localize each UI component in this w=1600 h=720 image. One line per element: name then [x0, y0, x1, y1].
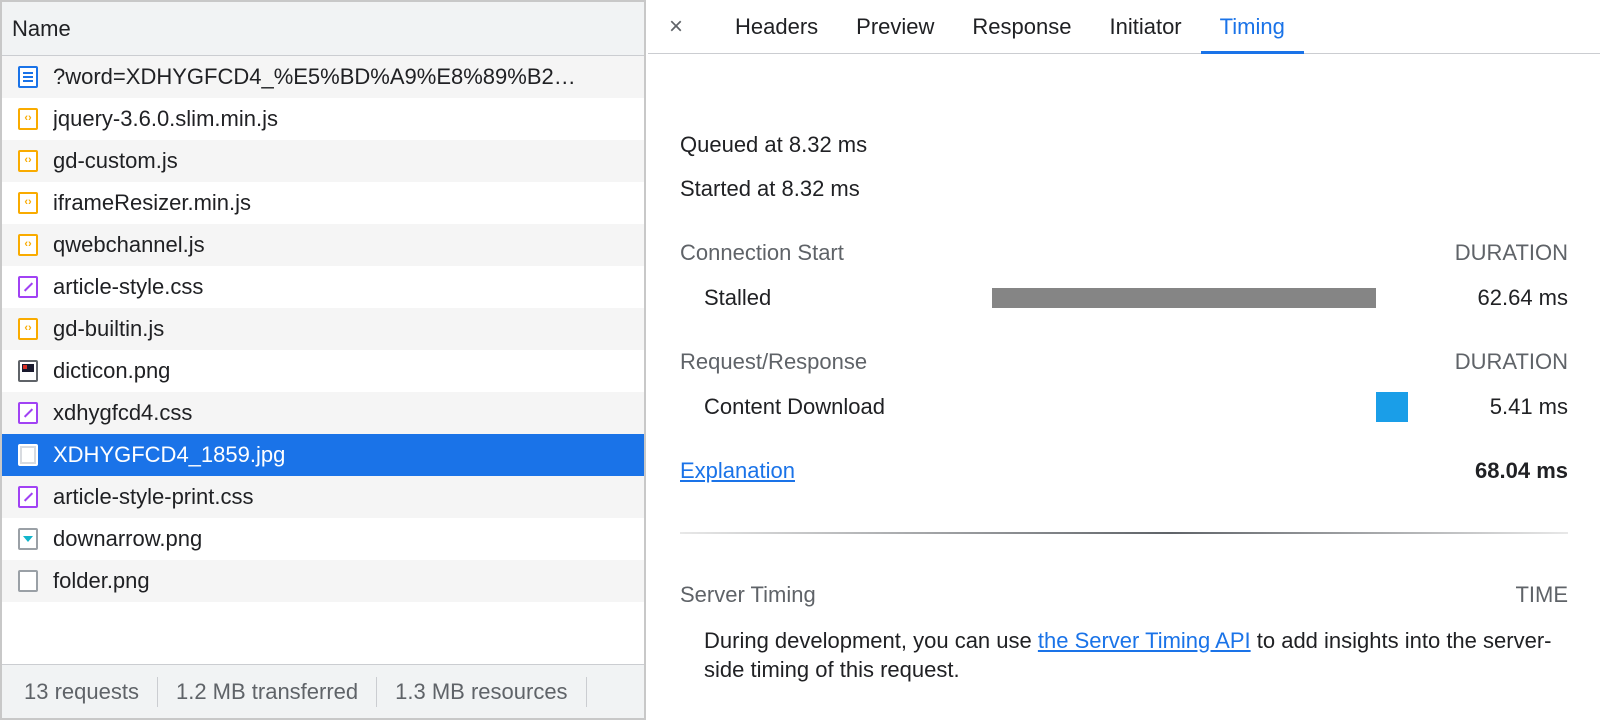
- tab-response[interactable]: Response: [953, 0, 1090, 53]
- request-name: downarrow.png: [53, 526, 203, 551]
- total-duration: 68.04 ms: [1475, 458, 1568, 483]
- script-file-icon: [18, 150, 38, 172]
- request-row[interactable]: gd-custom.js: [2, 140, 644, 182]
- request-row[interactable]: downarrow.png: [2, 518, 644, 560]
- content-download-duration: 5.41 ms: [1489, 394, 1568, 419]
- name-column-label: Name: [12, 15, 71, 41]
- server-timing-text-before: During development, you can use: [704, 628, 1038, 653]
- request-row[interactable]: XDHYGFCD4_1859.jpg: [2, 434, 644, 476]
- request-count: 13 requests: [24, 676, 158, 707]
- request-name: jquery-3.6.0.slim.min.js: [53, 106, 278, 131]
- stylesheet-file-icon: [18, 402, 38, 424]
- document-icon: [18, 66, 38, 88]
- image-file-icon: [18, 528, 38, 550]
- request-name: ?word=XDHYGFCD4_%E5%BD%A9%E8%89%B2…: [53, 64, 576, 89]
- name-column-header[interactable]: Name: [2, 2, 644, 56]
- stylesheet-file-icon: [18, 276, 38, 298]
- server-timing-title: Server Timing: [680, 582, 816, 607]
- tab-preview[interactable]: Preview: [837, 0, 953, 53]
- request-row[interactable]: xdhygfcd4.css: [2, 392, 644, 434]
- request-name: gd-custom.js: [53, 148, 178, 173]
- detail-tabs: × Headers Preview Response Initiator Timing: [648, 0, 1600, 54]
- request-name: iframeResizer.min.js: [53, 190, 252, 215]
- status-bar: 13 requests 1.2 MB transferred 1.3 MB re…: [2, 664, 644, 718]
- image-file-icon: [18, 444, 38, 466]
- request-name: XDHYGFCD4_1859.jpg: [53, 442, 286, 467]
- generic-file-icon: [18, 570, 38, 592]
- stalled-bar: [992, 288, 1376, 308]
- content-download-label: Content Download: [704, 394, 886, 419]
- server-timing-description: During development, you can use the Serv…: [704, 626, 1568, 684]
- server-timing-api-link[interactable]: the Server Timing API: [1038, 628, 1251, 653]
- request-name: folder.png: [53, 568, 150, 593]
- explanation-link[interactable]: Explanation: [680, 458, 795, 483]
- stalled-label: Stalled: [704, 285, 772, 310]
- request-name: article-style.css: [53, 274, 204, 299]
- request-name: qwebchannel.js: [53, 232, 205, 257]
- queued-at: Queued at 8.32 ms: [680, 132, 868, 157]
- request-row[interactable]: ?word=XDHYGFCD4_%E5%BD%A9%E8%89%B2…: [2, 56, 644, 98]
- tab-headers[interactable]: Headers: [716, 0, 837, 53]
- request-list-panel: Name ?word=XDHYGFCD4_%E5%BD%A9%E8%89%B2……: [0, 0, 646, 720]
- request-name: gd-builtin.js: [53, 316, 165, 341]
- script-file-icon: [18, 108, 38, 130]
- request-row[interactable]: article-style-print.css: [2, 476, 644, 518]
- request-response-duration-header: DURATION: [1454, 349, 1568, 374]
- tab-initiator[interactable]: Initiator: [1090, 0, 1200, 53]
- server-timing-time-header: TIME: [1515, 582, 1568, 607]
- request-row[interactable]: dicticon.png: [2, 350, 644, 392]
- stalled-duration: 62.64 ms: [1477, 285, 1569, 310]
- close-icon[interactable]: ×: [664, 0, 688, 53]
- request-row[interactable]: iframeResizer.min.js: [2, 182, 644, 224]
- tab-timing[interactable]: Timing: [1200, 0, 1305, 54]
- request-row[interactable]: jquery-3.6.0.slim.min.js: [2, 98, 644, 140]
- request-row[interactable]: article-style.css: [2, 266, 644, 308]
- script-file-icon: [18, 318, 38, 340]
- request-detail-panel: × Headers Preview Response Initiator Timing …: [648, 0, 1600, 720]
- request-row[interactable]: gd-builtin.js: [2, 308, 644, 350]
- script-file-icon: [18, 234, 38, 256]
- request-list: ?word=XDHYGFCD4_%E5%BD%A9%E8%89%B2…jquer…: [2, 56, 644, 602]
- request-name: dicticon.png: [53, 358, 171, 383]
- transferred-size: 1.2 MB transferred: [176, 676, 378, 707]
- connection-start-title: Connection Start: [680, 240, 844, 265]
- script-file-icon: [18, 192, 38, 214]
- request-name: article-style-print.css: [53, 484, 254, 509]
- stylesheet-file-icon: [18, 486, 38, 508]
- connection-start-duration-header: DURATION: [1454, 240, 1568, 265]
- started-at: Started at 8.32 ms: [680, 176, 860, 201]
- request-row[interactable]: folder.png: [2, 560, 644, 602]
- request-row[interactable]: qwebchannel.js: [2, 224, 644, 266]
- content-download-bar: [1376, 392, 1408, 422]
- section-divider: [680, 532, 1568, 534]
- resources-size: 1.3 MB resources: [395, 676, 587, 707]
- request-response-title: Request/Response: [680, 349, 868, 374]
- image-file-icon: [18, 360, 38, 382]
- request-name: xdhygfcd4.css: [53, 400, 193, 425]
